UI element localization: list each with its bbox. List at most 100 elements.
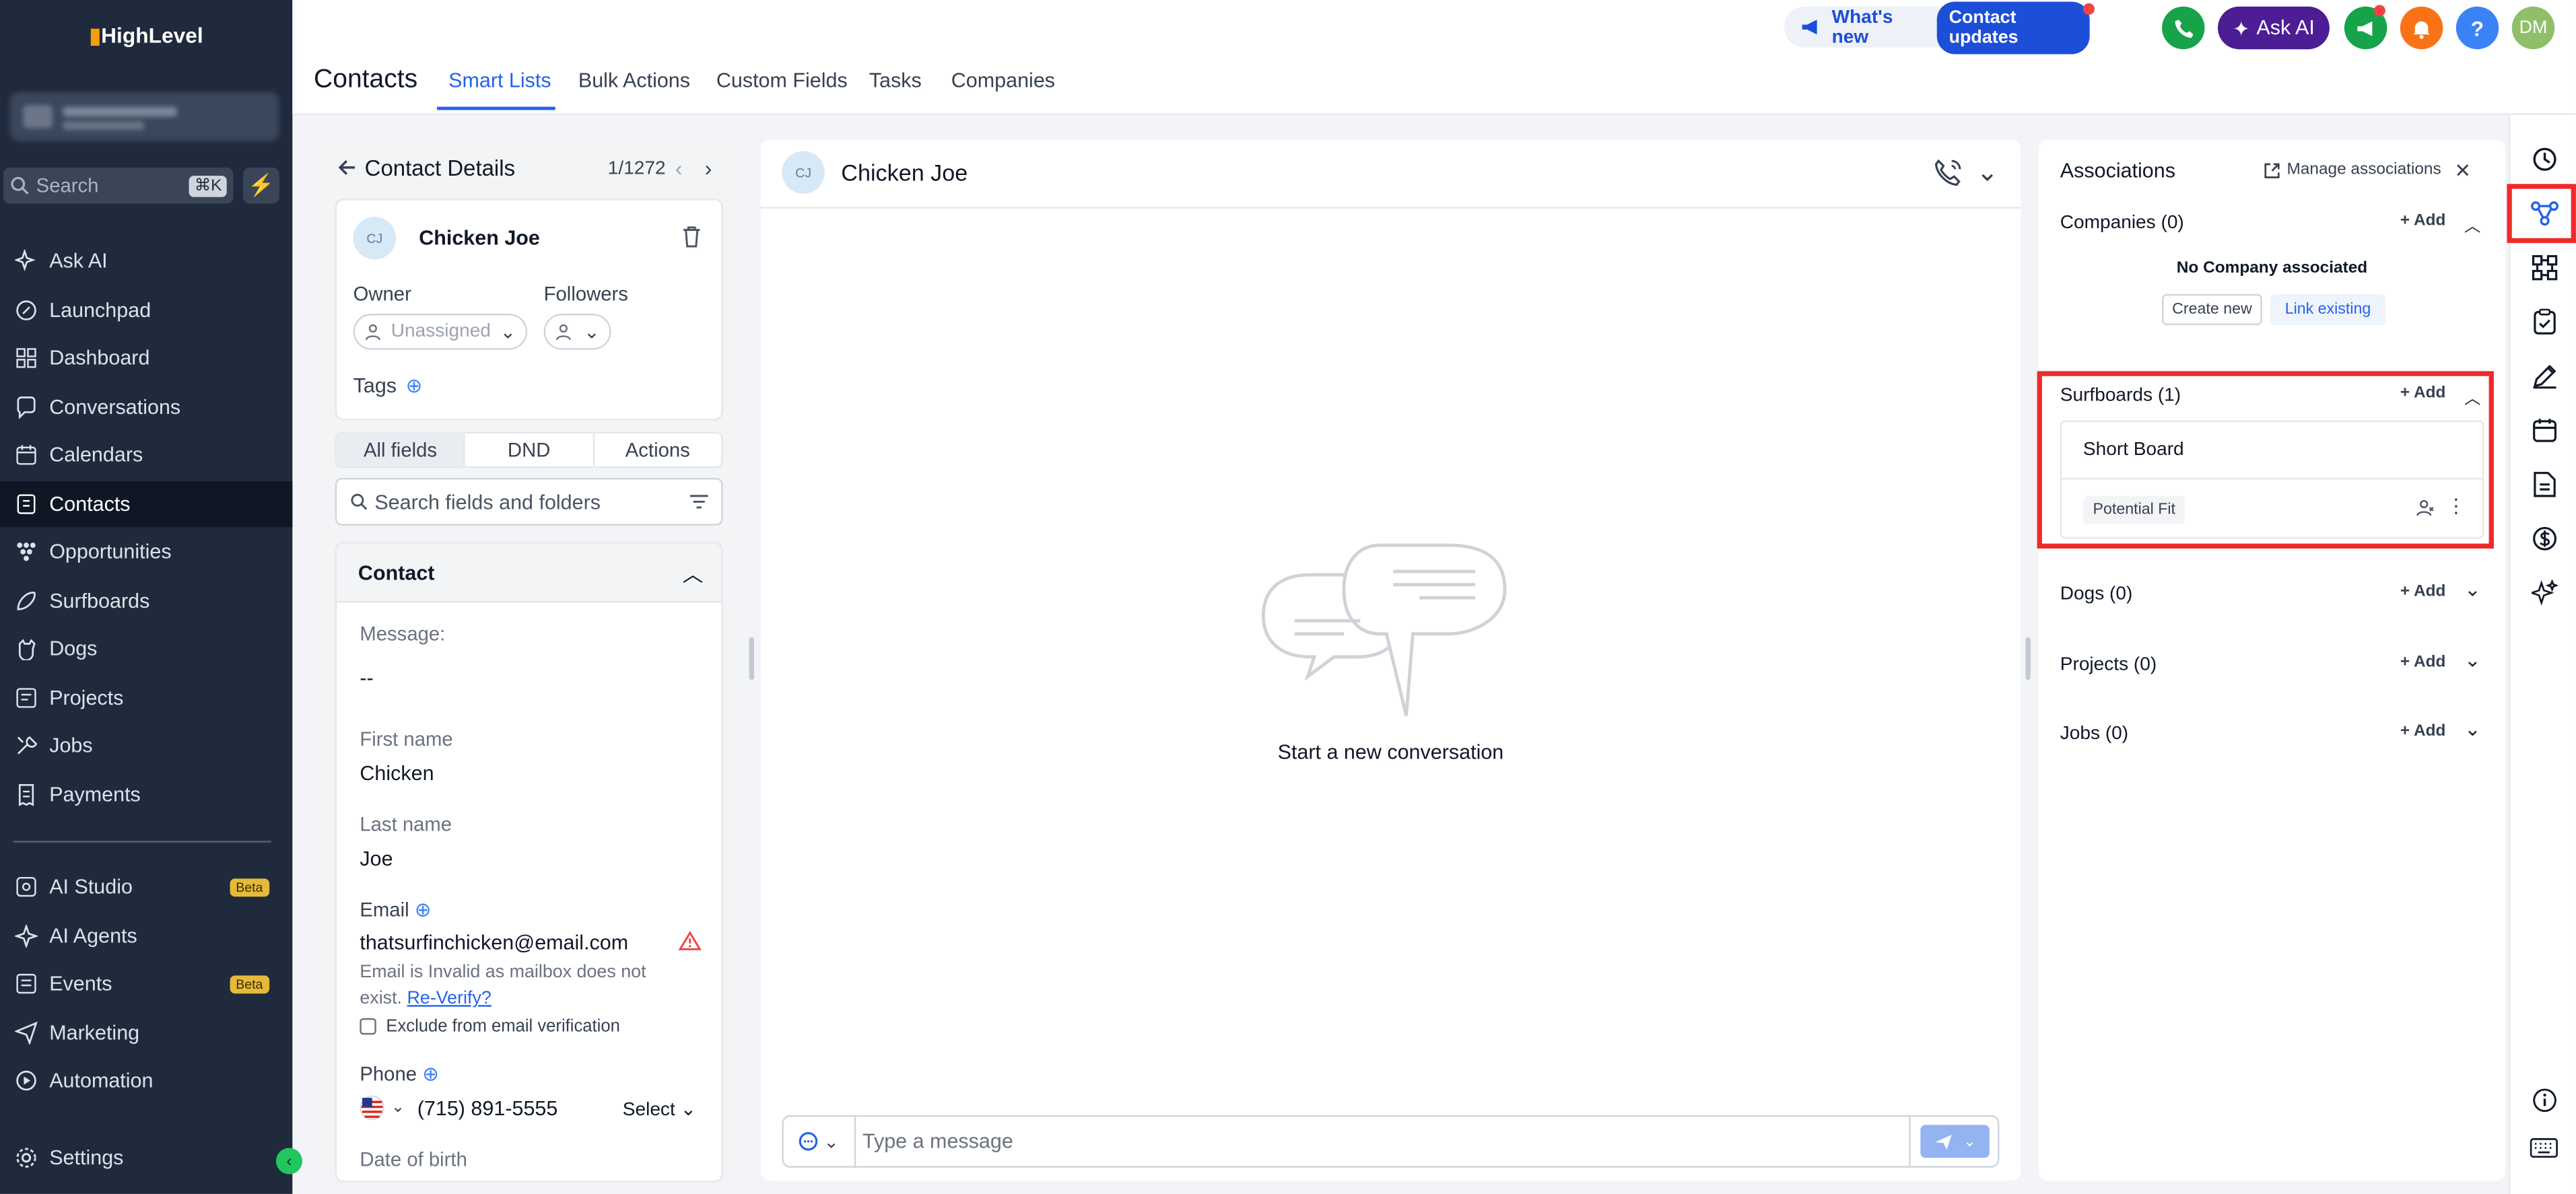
sidebar-item-contacts[interactable]: Contacts — [0, 480, 293, 527]
sidebar-item-opportunities[interactable]: Opportunities — [0, 529, 292, 575]
whats-new-button[interactable]: What's new Contact updates — [1784, 1, 2090, 54]
info-icon[interactable] — [2510, 1079, 2576, 1121]
chevron-down-icon[interactable]: ⌄ — [2464, 649, 2481, 672]
jobs-section-title[interactable]: Jobs (0) — [2060, 724, 2128, 744]
add-job-button[interactable]: + Add — [2400, 723, 2446, 741]
sidebar-item-label: AI Studio — [49, 875, 133, 899]
call-options-button[interactable]: ⌄ — [1934, 156, 1998, 189]
prev-contact-icon[interactable]: ‹ — [675, 156, 683, 181]
exclude-verification-checkbox[interactable] — [360, 1018, 376, 1035]
country-code-select[interactable]: ⌄ — [360, 1095, 405, 1121]
ask-ai-button[interactable]: ✦ Ask AI — [2218, 6, 2330, 50]
followers-select[interactable]: ⌄ — [543, 314, 611, 350]
resize-handle[interactable] — [749, 637, 754, 680]
chevron-up-icon[interactable]: ︿ — [2464, 384, 2480, 409]
sidebar-item-launchpad[interactable]: Launchpad — [0, 287, 292, 332]
surfboard-name[interactable]: Short Board — [2083, 440, 2184, 460]
link-existing-company-button[interactable]: Link existing — [2270, 293, 2385, 326]
keyboard-icon[interactable] — [2510, 1127, 2576, 1169]
first-name-field[interactable]: Chicken — [360, 762, 434, 785]
fields-search-input[interactable]: Search fields and folders — [335, 478, 723, 526]
sidebar-item-payments[interactable]: Payments — [0, 771, 292, 817]
document-icon[interactable] — [2510, 463, 2576, 505]
chevron-down-icon[interactable]: ⌄ — [2464, 578, 2481, 601]
add-email-icon[interactable]: ⊕ — [415, 899, 432, 921]
calendar-icon[interactable] — [2510, 409, 2576, 452]
pen-icon[interactable] — [2510, 355, 2576, 397]
add-dog-button[interactable]: + Add — [2400, 583, 2446, 601]
tab-dnd[interactable]: DND — [465, 433, 595, 466]
send-button[interactable]: ⌄ — [1920, 1125, 1990, 1158]
account-switcher[interactable] — [9, 92, 279, 141]
tab-custom-fields[interactable]: Custom Fields — [716, 69, 848, 92]
contact-updates-badge[interactable]: Contact updates — [1937, 1, 2090, 54]
resize-handle[interactable] — [2025, 637, 2031, 680]
sidebar-item-conversations[interactable]: Conversations — [0, 384, 292, 429]
companies-section-title[interactable]: Companies (0) — [2060, 213, 2184, 233]
manage-associations-link[interactable]: Manage associations — [2264, 161, 2441, 179]
create-new-company-button[interactable]: Create new — [2162, 293, 2262, 326]
tab-tasks[interactable]: Tasks — [869, 69, 922, 92]
surfboards-section-title[interactable]: Surfboards (1) — [2060, 386, 2181, 405]
email-field[interactable]: thatsurfinchicken@email.com — [360, 931, 628, 954]
surfboard-card[interactable]: Short Board Potential Fit ⋮ — [2060, 420, 2484, 539]
sidebar-item-ai-studio[interactable]: AI Studio Beta — [0, 864, 292, 909]
dollar-icon[interactable] — [2510, 518, 2576, 560]
add-company-button[interactable]: + Add — [2400, 212, 2446, 230]
task-checklist-icon[interactable] — [2510, 301, 2576, 343]
sidebar-search[interactable]: Search ⌘K — [3, 167, 234, 204]
tab-companies[interactable]: Companies — [951, 69, 1055, 92]
tab-smart-lists[interactable]: Smart Lists — [448, 69, 551, 92]
sidebar-item-projects[interactable]: Projects — [0, 674, 292, 720]
collapse-sidebar-icon[interactable]: ‹ — [275, 1148, 302, 1174]
phone-field[interactable]: (715) 891-5555 — [417, 1097, 558, 1120]
sidebar-item-ai-agents[interactable]: AI Agents — [0, 912, 292, 958]
sidebar-item-marketing[interactable]: Marketing — [0, 1009, 292, 1055]
last-name-field[interactable]: Joe — [360, 847, 393, 870]
sidebar-item-settings[interactable]: Settings — [0, 1135, 292, 1181]
filter-icon[interactable] — [689, 494, 708, 509]
close-icon[interactable]: ✕ — [2454, 160, 2471, 182]
channel-select[interactable]: ⌄ — [784, 1117, 856, 1166]
next-contact-icon[interactable]: › — [705, 156, 712, 181]
user-avatar[interactable]: DM — [2511, 6, 2555, 50]
sidebar-item-calendars[interactable]: Calendars — [0, 432, 292, 478]
sidebar-item-surfboards[interactable]: Surfboards — [0, 577, 292, 623]
message-input[interactable]: Type a message — [862, 1130, 1013, 1153]
sidebar-item-dogs[interactable]: Dogs — [0, 626, 292, 672]
add-phone-icon[interactable]: ⊕ — [422, 1063, 439, 1086]
sidebar-item-events[interactable]: Events Beta — [0, 960, 292, 1006]
sidebar-item-jobs[interactable]: Jobs — [0, 723, 292, 769]
owner-select[interactable]: Unassigned ⌄ — [353, 314, 528, 350]
announcement-dot — [2373, 5, 2385, 17]
sidebar-item-automation[interactable]: Automation — [0, 1057, 292, 1103]
chevron-up-icon[interactable]: ︿ — [2464, 212, 2480, 237]
associations-icon[interactable] — [2510, 192, 2576, 234]
history-icon[interactable] — [2510, 138, 2576, 180]
app-logo[interactable]: ▮HighLevel — [0, 23, 292, 49]
sidebar-item-dashboard[interactable]: Dashboard — [0, 335, 292, 381]
add-surfboard-button[interactable]: + Add — [2400, 384, 2446, 402]
tab-actions[interactable]: Actions — [594, 433, 721, 466]
contact-section-header[interactable]: Contact ︿ — [337, 543, 722, 603]
chevron-down-icon[interactable]: ⌄ — [2464, 717, 2481, 740]
automation-flow-icon[interactable] — [2510, 246, 2576, 289]
tab-all-fields[interactable]: All fields — [337, 433, 466, 466]
add-project-button[interactable]: + Add — [2400, 654, 2446, 672]
trash-icon[interactable] — [682, 225, 702, 248]
more-vertical-icon[interactable]: ⋮ — [2446, 494, 2466, 517]
ai-sparkle-icon[interactable] — [2510, 571, 2576, 614]
back-arrow-icon[interactable] — [337, 156, 356, 179]
quick-action-bolt-icon[interactable]: ⚡ — [243, 167, 279, 204]
phone-icon[interactable] — [2162, 6, 2205, 50]
assign-user-icon[interactable] — [2416, 499, 2435, 518]
dogs-section-title[interactable]: Dogs (0) — [2060, 585, 2133, 604]
tab-bulk-actions[interactable]: Bulk Actions — [578, 69, 690, 92]
phone-type-select[interactable]: Select ⌄ — [623, 1097, 696, 1120]
help-icon[interactable]: ? — [2455, 6, 2499, 50]
reverify-link[interactable]: Re-Verify? — [407, 989, 492, 1008]
sidebar-item-ask-ai[interactable]: Ask AI — [0, 238, 292, 284]
bell-icon[interactable] — [2400, 6, 2443, 50]
add-tag-icon[interactable]: ⊕ — [406, 374, 423, 397]
projects-section-title[interactable]: Projects (0) — [2060, 656, 2157, 675]
